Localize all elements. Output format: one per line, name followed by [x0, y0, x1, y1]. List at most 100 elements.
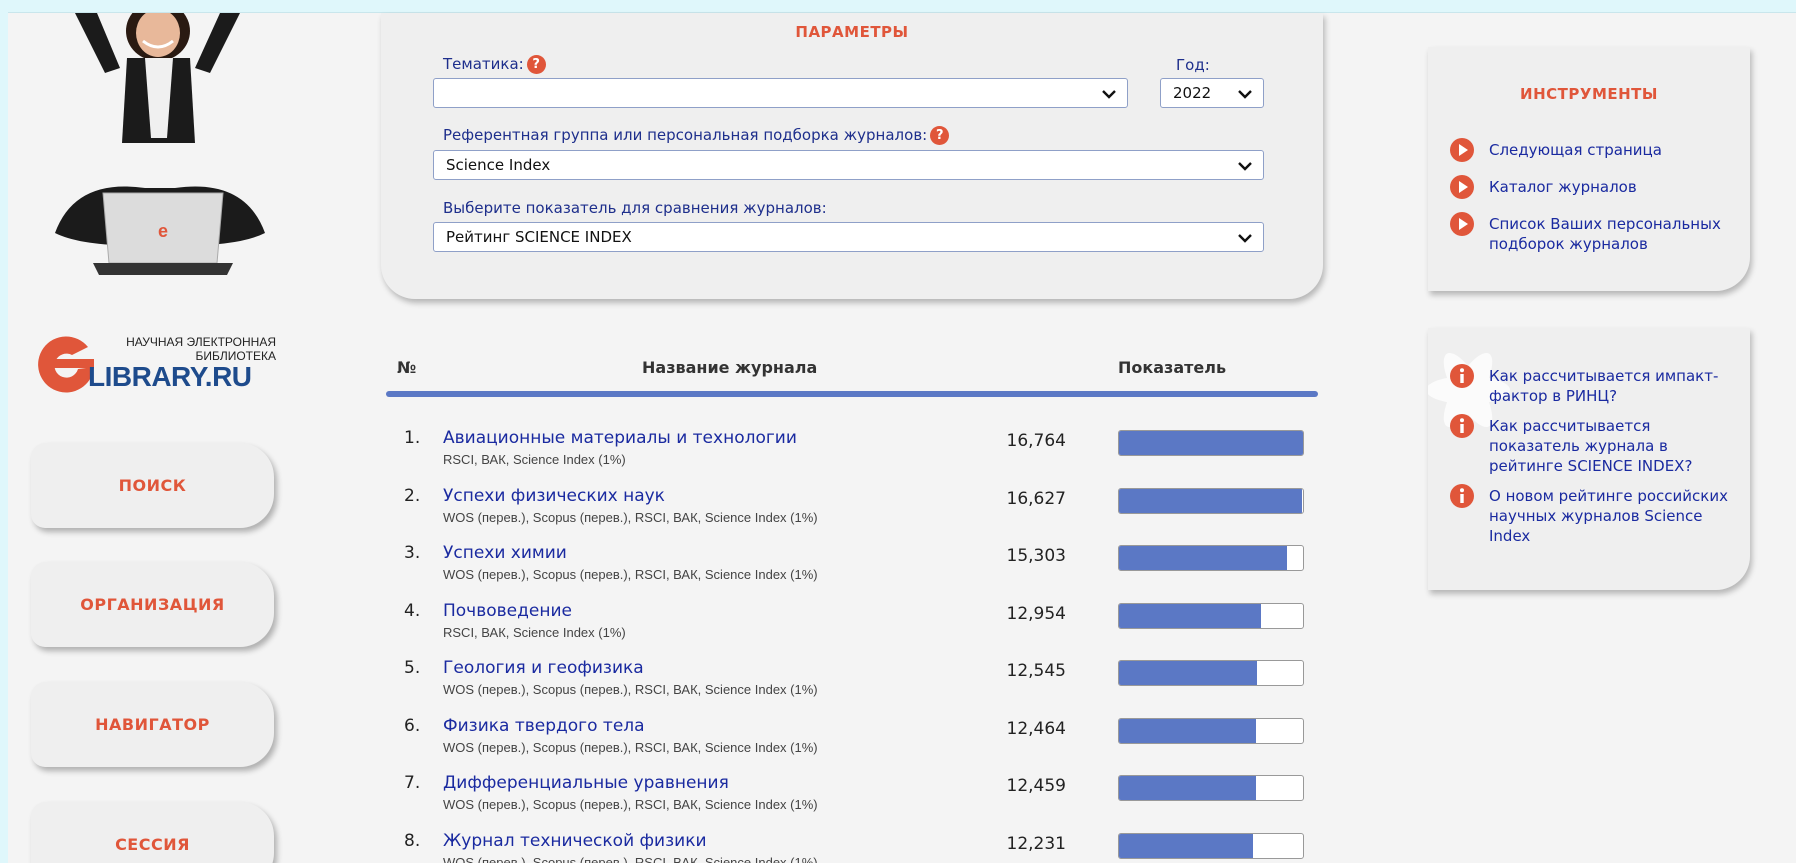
score-bar — [1118, 430, 1304, 456]
journal-score: 16,764 — [1006, 431, 1066, 451]
journal-score: 12,954 — [1006, 603, 1066, 624]
journal-indexing: RSCI, ВАК, Science Index (1%) — [443, 624, 626, 640]
journal-score: 12,464 — [1006, 718, 1066, 739]
topic-help-icon[interactable]: ? — [526, 55, 546, 74]
group-help-icon[interactable]: ? — [930, 126, 950, 145]
score-bar-fill — [1119, 488, 1302, 513]
score-bar — [1118, 775, 1304, 801]
journal-title-link[interactable]: Почвоведение — [443, 601, 572, 621]
metric-select-value: Рейтинг SCIENCE INDEX — [446, 228, 632, 246]
tool-journal-catalog-label[interactable]: Каталог журналов — [1489, 177, 1637, 197]
tools-panel: ИНСТРУМЕНТЫ Следующая страница Каталог ж… — [1428, 47, 1750, 291]
page: e НАУЧНАЯ ЭЛЕКТРОННАЯ БИБЛИОТЕКА LIBRARY… — [8, 1, 1796, 863]
info-circle-icon — [1450, 484, 1474, 508]
group-select-value: Science Index — [446, 156, 551, 174]
journal-indexing: WOS (перев.), Scopus (перев.), RSCI, ВАК… — [443, 509, 818, 525]
table-row: 4. Почвоведение RSCI, ВАК, Science Index (… — [386, 599, 1318, 651]
table-row: 8. Журнал технической физики WOS (перев.),… — [386, 829, 1318, 863]
logo-subtitle: НАУЧНАЯ ЭЛЕКТРОННАЯ БИБЛИОТЕКА — [98, 335, 276, 363]
nav-search-button[interactable]: ПОИСК — [31, 443, 274, 528]
chevron-down-icon — [1238, 234, 1252, 243]
group-select[interactable]: Science Index — [433, 150, 1264, 180]
info-new-rating-label[interactable]: О новом рейтинге российских научных журн… — [1489, 486, 1730, 546]
group-label-text: Референтная группа или персональная подб… — [443, 126, 928, 144]
score-bar-fill — [1119, 833, 1254, 858]
col-num-header: № — [397, 358, 417, 377]
chevron-down-icon — [1238, 162, 1252, 171]
journal-title-link[interactable]: Дифференциальные уравнения — [443, 773, 729, 793]
journal-score: 12,545 — [1006, 661, 1066, 681]
row-number: 3. — [404, 543, 421, 563]
params-title: ПАРАМЕТРЫ — [795, 23, 909, 41]
col-value-header: Показатель — [1118, 358, 1227, 377]
topic-label: Тематика:? — [443, 55, 546, 74]
score-bar — [1118, 832, 1304, 859]
metric-select[interactable]: Рейтинг SCIENCE INDEX — [433, 222, 1264, 252]
journal-indexing: WOS (перев.), Scopus (перев.), RSCI, ВАК… — [443, 682, 818, 697]
journal-title-link[interactable]: Успехи химии — [443, 543, 567, 563]
nav-navigator-button[interactable]: НАВИГАТОР — [31, 682, 274, 767]
play-circle-icon — [1450, 212, 1474, 236]
journal-indexing: WOS (перев.), Scopus (перев.), RSCI, ВАК… — [443, 854, 818, 863]
journal-title-link[interactable]: Журнал технической физики — [443, 831, 707, 851]
topic-select[interactable] — [433, 78, 1128, 108]
journal-score: 15,303 — [1006, 546, 1066, 566]
row-number: 6. — [404, 715, 421, 736]
score-bar — [1118, 487, 1304, 514]
year-select[interactable]: 2022 — [1160, 78, 1264, 108]
elibrary-logo[interactable]: НАУЧНАЯ ЭЛЕКТРОННАЯ БИБЛИОТЕКА LIBRARY.R… — [36, 325, 286, 395]
hero-illustration: e — [35, 1, 285, 283]
journal-score: 12,231 — [1006, 833, 1066, 854]
table-row: 5. Геология и геофизика WOS (перев.), Scop… — [386, 656, 1318, 708]
chevron-down-icon — [1238, 90, 1252, 99]
logo-brand: LIBRARY.RU — [88, 361, 252, 392]
nav-session-button[interactable]: СЕССИЯ — [31, 802, 274, 863]
journal-title-link[interactable]: Авиационные материалы и технологии — [443, 428, 797, 448]
score-bar — [1118, 545, 1304, 571]
info-circle-icon — [1450, 364, 1474, 388]
journal-indexing: WOS (перев.), Scopus (перев.), RSCI, ВАК… — [443, 797, 818, 812]
metric-label: Выберите показатель для сравнения журнал… — [443, 199, 827, 217]
tool-personal-collections[interactable]: Список Ваших персональных подборок журна… — [1450, 212, 1740, 254]
score-bar-fill — [1119, 546, 1287, 570]
chevron-down-icon — [1102, 90, 1116, 99]
info-science-index-calc[interactable]: Как рассчитывается показатель журнала в … — [1450, 414, 1730, 476]
journal-indexing: RSCI, ВАК, Science Index (1%) — [443, 452, 626, 467]
info-new-rating[interactable]: О новом рейтинге российских научных журн… — [1450, 484, 1730, 546]
score-bar-fill — [1119, 603, 1262, 628]
info-science-index-calc-label[interactable]: Как рассчитывается показатель журнала в … — [1489, 416, 1730, 476]
score-bar-fill — [1119, 431, 1303, 455]
journal-title-link[interactable]: Успехи физических наук — [443, 486, 665, 506]
year-label: Год: — [1176, 56, 1210, 74]
score-bar-fill — [1119, 776, 1256, 800]
journal-title-link[interactable]: Геология и геофизика — [443, 658, 644, 678]
tool-personal-collections-label[interactable]: Список Ваших персональных подборок журна… — [1489, 214, 1740, 254]
year-select-value: 2022 — [1173, 84, 1212, 102]
info-impact-factor[interactable]: Как рассчитывается импакт-фактор в РИНЦ? — [1450, 364, 1730, 406]
topic-label-text: Тематика: — [443, 55, 524, 73]
table-row: 6. Физика твердого тела WOS (перев.), Scop… — [386, 714, 1318, 766]
col-name-header: Название журнала — [642, 358, 818, 377]
header-divider — [386, 391, 1318, 397]
info-impact-factor-label[interactable]: Как рассчитывается импакт-фактор в РИНЦ? — [1489, 366, 1730, 406]
nav-organization-button[interactable]: ОРГАНИЗАЦИЯ — [31, 562, 274, 647]
score-bar-fill — [1119, 718, 1256, 743]
group-label: Референтная группа или персональная подб… — [443, 126, 950, 145]
info-panel: Как рассчитывается импакт-фактор в РИНЦ?… — [1428, 328, 1750, 590]
table-row: 2. Успехи физических наук WOS (перев.), Sc… — [386, 484, 1318, 536]
svg-text:e: e — [158, 221, 168, 241]
tool-next-page-label[interactable]: Следующая страница — [1489, 140, 1662, 160]
table-row: 7. Дифференциальные уравнения WOS (перев.)… — [386, 771, 1318, 823]
row-number: 7. — [404, 773, 421, 793]
table-row: 3. Успехи химии WOS (перев.), Scopus (пере… — [386, 541, 1318, 593]
tools-title: ИНСТРУМЕНТЫ — [1520, 85, 1658, 103]
row-number: 4. — [404, 600, 421, 621]
row-number: 2. — [404, 485, 421, 506]
journal-title-link[interactable]: Физика твердого тела — [443, 716, 645, 736]
tool-journal-catalog[interactable]: Каталог журналов — [1450, 175, 1637, 199]
table-row: 1. Авиационные материалы и технологии RSCI… — [386, 426, 1318, 478]
journal-indexing: WOS (перев.), Scopus (перев.), RSCI, ВАК… — [443, 739, 818, 755]
tool-next-page[interactable]: Следующая страница — [1450, 138, 1662, 162]
score-bar — [1118, 602, 1304, 629]
row-number: 8. — [404, 830, 421, 851]
